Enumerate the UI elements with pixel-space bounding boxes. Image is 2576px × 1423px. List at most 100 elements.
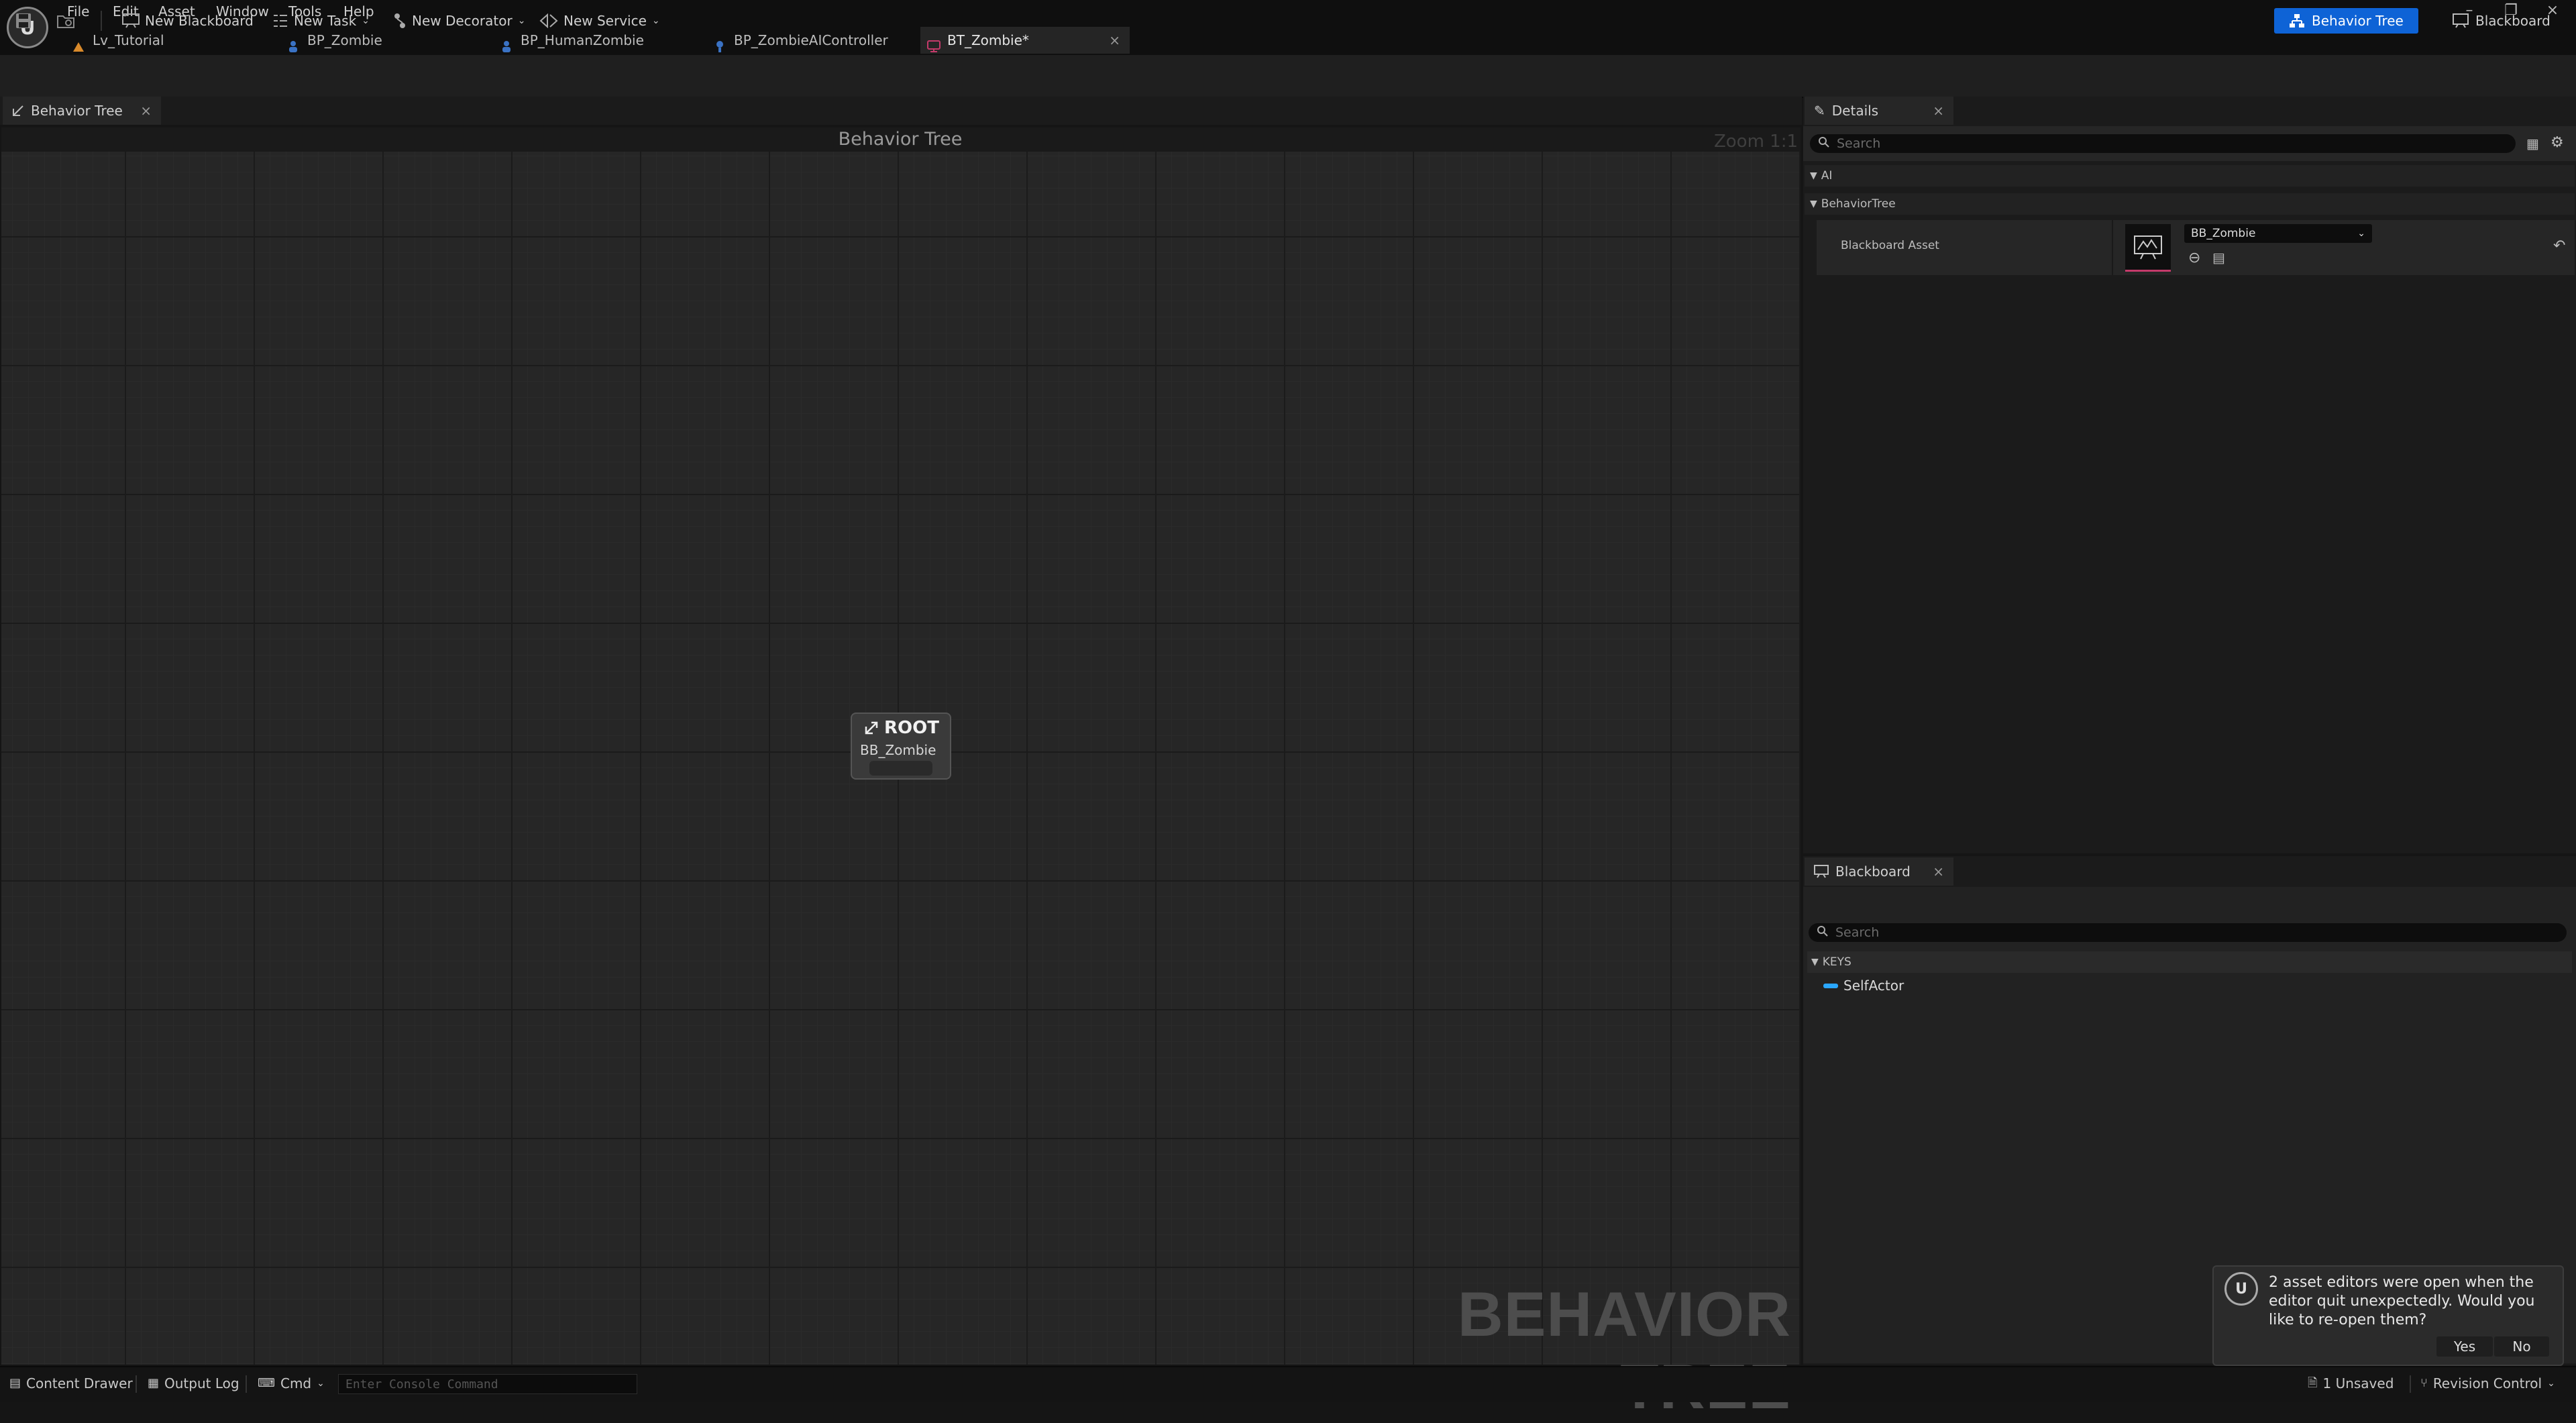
blackboard-icon (2134, 235, 2162, 260)
browse-asset-icon[interactable] (56, 5, 76, 36)
chevron-down-icon: ⌄ (2547, 1378, 2555, 1389)
blackboard-key-name: SelfActor (1843, 978, 1904, 994)
statusbar-divider (246, 1375, 247, 1393)
new-blackboard-button[interactable]: New Blackboard (122, 5, 254, 36)
console-command-input[interactable]: Enter Console Command (338, 1374, 637, 1394)
doc-tab-bp-zombieaicontroller[interactable]: BP_ZombieAIController (714, 27, 915, 54)
new-service-label: New Service (564, 13, 647, 29)
details-search-placeholder: Search (1837, 136, 1881, 151)
new-decorator-button[interactable]: New Decorator ⌄ (393, 5, 525, 36)
blackboard-asset-combo[interactable]: BB_Zombie ⌄ (2184, 224, 2372, 243)
graph-title: Behavior Tree (838, 129, 963, 150)
output-log-icon: ▦ (148, 1376, 160, 1390)
asset-thumbnail[interactable] (2125, 224, 2171, 272)
tab-blackboard-label: Blackboard (1835, 863, 1911, 880)
revision-control-button[interactable]: ⑂ Revision Control ⌄ (2420, 1371, 2555, 1395)
unsaved-icon: 🗎 (2308, 1376, 2318, 1390)
statusbar-divider (136, 1375, 137, 1393)
behavior-tree-icon (927, 34, 941, 52)
close-icon[interactable]: × (1933, 97, 1944, 125)
notification-message: 2 asset editors were open when the edito… (2269, 1274, 2535, 1328)
chevron-down-icon: ⌄ (2357, 228, 2365, 239)
unsaved-label: 1 Unsaved (2322, 1375, 2394, 1391)
doc-tab-bt-zombie[interactable]: BT_Zombie* × (920, 27, 1130, 54)
keys-category[interactable]: ▼ KEYS (1807, 951, 2572, 973)
keys-category-label: KEYS (1822, 955, 1851, 969)
close-icon[interactable]: × (1933, 857, 1944, 886)
content-drawer-label: Content Drawer (26, 1375, 133, 1391)
mode-behavior-tree-label: Behavior Tree (2312, 13, 2404, 29)
root-output-pin[interactable] (869, 761, 932, 776)
graph-panel-tabbar (0, 97, 1802, 125)
pencil-icon: ✎ (1814, 103, 1825, 119)
blackboard-icon (1814, 865, 1829, 878)
new-blackboard-label: New Blackboard (145, 13, 254, 29)
tab-blackboard[interactable]: Blackboard × (1805, 857, 1953, 886)
zoom-label: Zoom 1:1 (1713, 131, 1798, 152)
new-task-button[interactable]: New Task ⌄ (272, 5, 370, 36)
view-options-grid-icon[interactable]: ▦ (2526, 136, 2539, 152)
console-icon: ⌨ (258, 1376, 275, 1390)
tab-details-label: Details (1831, 103, 1879, 119)
save-icon[interactable] (15, 5, 32, 36)
doc-tab-label: BP_ZombieAIController (734, 32, 888, 48)
blackboard-search-placeholder: Search (1835, 925, 1880, 940)
object-key-type-icon (1823, 983, 1838, 988)
task-list-icon (274, 15, 287, 27)
tab-behavior-tree-label: Behavior Tree (31, 103, 123, 119)
mode-blackboard-button[interactable]: Blackboard (2438, 8, 2565, 34)
cmd-label: Cmd (280, 1375, 312, 1391)
category-behaviortree-label: BehaviorTree (1821, 197, 1896, 211)
output-log-button[interactable]: ▦ Output Log (148, 1371, 239, 1395)
ai-controller-icon (714, 34, 726, 52)
reset-to-default-icon[interactable]: ↶ (2553, 238, 2565, 254)
category-ai-label: AI (1821, 169, 1833, 182)
chevron-down-icon: ⌄ (362, 15, 370, 26)
content-drawer-button[interactable]: ▤ Content Drawer (9, 1371, 133, 1395)
unreal-logo-icon: U (2224, 1272, 2258, 1306)
new-service-button[interactable]: New Service ⌄ (539, 5, 660, 36)
unsaved-assets-button[interactable]: 🗎 1 Unsaved (2308, 1371, 2394, 1395)
use-selected-asset-icon[interactable]: ⊖ (2188, 250, 2200, 266)
cmd-dropdown[interactable]: ⌨ Cmd ⌄ (258, 1371, 325, 1395)
root-node-title-text: ROOT (884, 718, 939, 738)
settings-gear-icon[interactable]: ⚙ (2551, 134, 2564, 151)
mode-blackboard-label: Blackboard (2475, 13, 2551, 29)
no-button[interactable]: No (2494, 1336, 2549, 1357)
root-icon (865, 721, 878, 735)
root-node-title: ROOT (864, 718, 939, 738)
blackboard-asset-value: BB_Zombie (2191, 227, 2256, 240)
blackboard-icon (2453, 13, 2469, 28)
blackboard-key-selfactor[interactable]: SelfActor (1823, 976, 1904, 996)
tab-details[interactable]: ✎ Details × (1805, 97, 1953, 125)
chevron-down-icon: ▼ (1810, 199, 1817, 209)
new-task-label: New Task (294, 13, 357, 29)
decorator-icon (394, 13, 405, 28)
revision-control-icon: ⑂ (2420, 1376, 2428, 1390)
yes-button[interactable]: Yes (2436, 1336, 2493, 1357)
browse-to-asset-icon[interactable]: ▤ (2212, 250, 2225, 266)
toolbar-divider (101, 11, 102, 31)
behavior-tree-icon (13, 105, 23, 116)
revision-control-label: Revision Control (2432, 1375, 2542, 1391)
search-icon (1818, 136, 1830, 152)
new-decorator-label: New Decorator (412, 13, 513, 29)
output-log-label: Output Log (164, 1375, 239, 1391)
close-icon[interactable]: × (1109, 27, 1120, 54)
chevron-down-icon: ▼ (1810, 170, 1817, 181)
toolbar (0, 55, 2576, 98)
mode-behavior-tree-button[interactable]: Behavior Tree (2274, 8, 2418, 34)
property-divider (2112, 220, 2113, 275)
category-behaviortree[interactable]: ▼ BehaviorTree (1805, 193, 2575, 215)
statusbar-divider (2410, 1375, 2411, 1393)
close-icon[interactable]: × (140, 97, 152, 125)
category-ai[interactable]: ▼ AI (1805, 165, 2575, 187)
behavior-tree-icon (2290, 14, 2304, 28)
search-icon (1817, 925, 1829, 941)
chevron-down-icon: ⌄ (317, 1378, 325, 1389)
tab-behavior-tree[interactable]: Behavior Tree × (3, 97, 161, 125)
blackboard-search-input[interactable]: Search (1809, 923, 2567, 942)
content-drawer-icon: ▤ (9, 1376, 21, 1390)
blackboard-icon (122, 13, 140, 28)
details-search-input[interactable]: Search (1810, 134, 2516, 153)
